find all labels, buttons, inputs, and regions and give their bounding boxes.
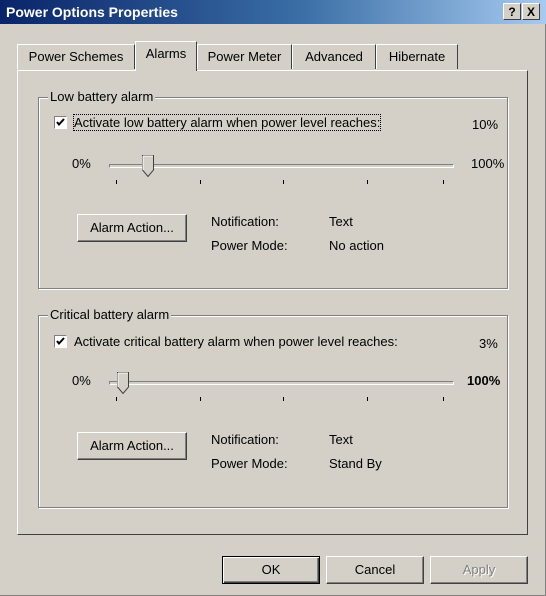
slider-tick xyxy=(200,180,201,184)
slider-tick xyxy=(367,397,368,401)
low-battery-power-mode-label: Power Mode: xyxy=(211,238,288,253)
window-title: Power Options Properties xyxy=(6,4,178,20)
help-button[interactable]: ? xyxy=(503,3,521,20)
low-battery-slider-max-label: 100% xyxy=(471,156,505,171)
critical-battery-slider-max-label: 100% xyxy=(467,373,501,388)
slider-tick xyxy=(367,180,368,184)
ok-button[interactable]: OK xyxy=(222,556,320,584)
critical-battery-group-label: Critical battery alarm xyxy=(48,307,172,322)
cancel-button[interactable]: Cancel xyxy=(326,556,424,584)
slider-tick xyxy=(283,180,284,184)
slider-tick xyxy=(443,397,444,401)
low-battery-alarm-action-button[interactable]: Alarm Action... xyxy=(77,214,187,242)
critical-battery-slider-min-label: 0% xyxy=(72,373,91,388)
power-options-window: Power Options Properties ? X Power Schem… xyxy=(0,0,546,596)
slider-tick xyxy=(116,397,117,401)
critical-battery-alarm-action-button[interactable]: Alarm Action... xyxy=(77,432,187,460)
critical-battery-notification-label: Notification: xyxy=(211,432,279,447)
alarms-panel: Low battery alarm Activate low battery a… xyxy=(17,70,528,535)
slider-tick xyxy=(443,180,444,184)
critical-battery-checkbox-label[interactable]: Activate critical battery alarm when pow… xyxy=(74,334,398,349)
low-battery-notification-label: Notification: xyxy=(211,214,279,229)
low-battery-checkbox-label[interactable]: Activate low battery alarm when power le… xyxy=(72,114,382,131)
tab-alarms[interactable]: Alarms xyxy=(135,41,197,71)
apply-button[interactable]: Apply xyxy=(430,556,528,584)
critical-battery-power-mode-label: Power Mode: xyxy=(211,456,288,471)
low-battery-power-mode-value: No action xyxy=(329,238,384,253)
critical-battery-power-mode-value: Stand By xyxy=(329,456,382,471)
tab-power-meter[interactable]: Power Meter xyxy=(197,44,292,69)
tab-power-schemes[interactable]: Power Schemes xyxy=(17,44,135,69)
low-battery-slider-min-label: 0% xyxy=(72,156,91,171)
low-battery-group: Low battery alarm Activate low battery a… xyxy=(38,89,508,289)
low-battery-group-label: Low battery alarm xyxy=(48,89,156,104)
critical-battery-slider-thumb[interactable] xyxy=(117,372,129,394)
critical-battery-slider-track[interactable] xyxy=(109,381,454,385)
critical-battery-checkbox[interactable] xyxy=(54,335,67,348)
low-battery-value: 10% xyxy=(472,117,499,132)
checkmark-icon xyxy=(56,337,65,346)
low-battery-checkbox[interactable] xyxy=(54,116,67,129)
low-battery-slider-thumb[interactable] xyxy=(142,155,154,177)
slider-tick xyxy=(283,397,284,401)
title-bar[interactable]: Power Options Properties ? X xyxy=(0,0,546,24)
critical-battery-group: Critical battery alarm Activate critical… xyxy=(38,307,508,508)
checkmark-icon xyxy=(56,118,65,127)
close-button[interactable]: X xyxy=(522,3,540,20)
tab-hibernate[interactable]: Hibernate xyxy=(376,44,458,69)
tab-advanced[interactable]: Advanced xyxy=(292,44,376,69)
critical-battery-notification-value: Text xyxy=(329,432,353,447)
slider-tick xyxy=(116,180,117,184)
low-battery-slider-track[interactable] xyxy=(109,164,454,168)
low-battery-notification-value: Text xyxy=(329,214,353,229)
critical-battery-value: 3% xyxy=(479,336,498,351)
slider-tick xyxy=(200,397,201,401)
